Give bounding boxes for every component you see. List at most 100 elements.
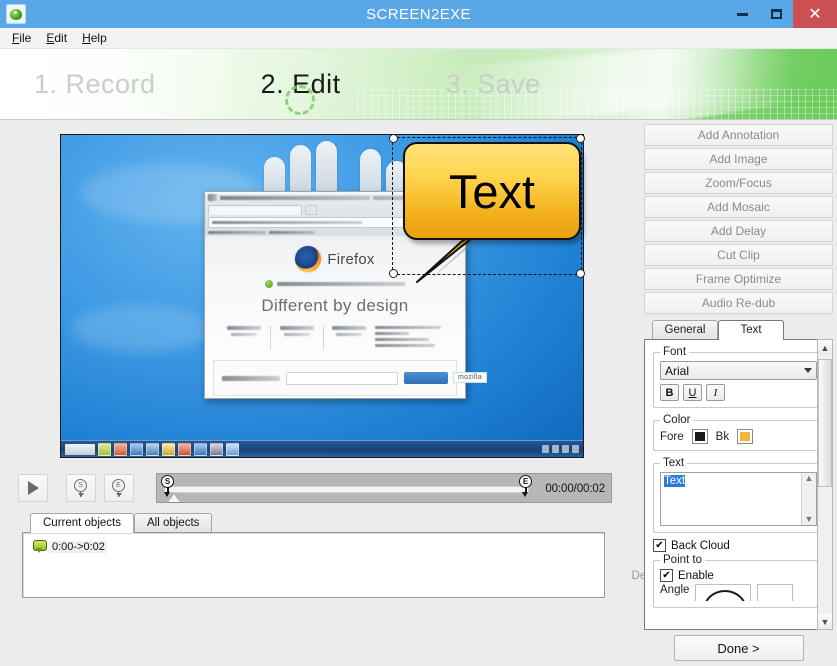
start-button-icon xyxy=(65,443,95,455)
properties-tab-strip: General Text xyxy=(644,320,833,340)
tab-text[interactable]: Text xyxy=(718,320,784,340)
annotation-text-content[interactable]: Text xyxy=(661,473,801,525)
list-item-label: 0:00->0:02 xyxy=(50,540,107,553)
signup-input xyxy=(286,371,398,385)
timeline-end-marker[interactable]: E xyxy=(519,475,533,497)
point-to-enable-checkbox[interactable]: ✔ xyxy=(660,569,673,582)
font-group: Font Arial B U I xyxy=(653,346,824,408)
wallpaper-cloud-lower xyxy=(71,305,211,353)
tab-general[interactable]: General xyxy=(652,320,718,339)
font-group-legend: Font xyxy=(663,346,687,358)
fore-color-swatch[interactable] xyxy=(691,429,708,444)
objects-list[interactable]: 0:00->0:02 xyxy=(22,532,605,598)
angle-dial[interactable] xyxy=(695,584,752,601)
done-row: Done > xyxy=(644,635,833,661)
add-annotation-button[interactable]: Add Annotation xyxy=(644,124,833,146)
timeline-track[interactable] xyxy=(164,486,529,493)
bk-color-swatch[interactable] xyxy=(737,429,754,444)
cut-clip-button[interactable]: Cut Clip xyxy=(644,244,833,266)
set-start-marker-button[interactable]: S xyxy=(66,474,96,502)
scrollbar-track[interactable] xyxy=(818,355,832,614)
text-group: Text Text ▲ ▼ xyxy=(653,457,824,533)
minimize-button[interactable] xyxy=(725,0,759,28)
firefox-logo-icon xyxy=(295,246,322,272)
browser-tab xyxy=(208,205,302,215)
properties-body: Font Arial B U I Color Fore Bk Text Text… xyxy=(644,339,833,630)
frame-optimize-button[interactable]: Frame Optimize xyxy=(644,268,833,290)
audio-redub-button[interactable]: Audio Re-dub xyxy=(644,292,833,314)
scrollbar-thumb[interactable] xyxy=(818,359,832,487)
timeline-slider[interactable]: S E 00:00/00:02 xyxy=(156,473,612,503)
timecode-display: 00:00/00:02 xyxy=(545,483,605,495)
window-title: SCREEN2EXE xyxy=(366,5,471,23)
transport-bar: S E S E 00:00/00:02 xyxy=(4,472,640,504)
tab-current-objects[interactable]: Current objects xyxy=(30,513,134,533)
end-pin-icon: E xyxy=(112,479,126,497)
title-bar: SCREEN2EXE ✕ xyxy=(0,0,837,28)
windows-taskbar xyxy=(61,440,583,457)
page-headline: Different by design xyxy=(261,296,409,315)
check-icon xyxy=(265,280,273,288)
text-group-legend: Text xyxy=(663,457,685,469)
chevron-down-icon xyxy=(804,368,812,373)
step-edit-label: 2. Edit xyxy=(260,68,341,99)
tab-all-objects[interactable]: All objects xyxy=(133,513,213,532)
bk-color-label: Bk xyxy=(715,430,730,443)
start-pin-icon: S xyxy=(74,479,88,497)
signup-box xyxy=(213,360,457,396)
properties-scrollbar[interactable]: ▲ ▼ xyxy=(817,339,833,630)
back-cloud-label: Back Cloud xyxy=(671,539,730,552)
mozilla-chip: mozilla xyxy=(453,372,487,383)
done-button[interactable]: Done > xyxy=(673,635,804,661)
editor-column: Firefox Different by design mozilla Text… xyxy=(4,124,652,661)
step-edit[interactable]: 2. Edit xyxy=(260,68,341,115)
speech-bubble-text: Text xyxy=(448,164,536,218)
steps-banner: 1. Record 2. Edit 3. Save xyxy=(0,49,837,120)
italic-button[interactable]: I xyxy=(706,384,725,401)
tools-column: Add Annotation Add Image Zoom/Focus Add … xyxy=(644,124,833,661)
fore-color-label: Fore xyxy=(660,430,684,443)
annotation-text-value: Text xyxy=(664,475,686,487)
chevron-up-icon[interactable]: ▲ xyxy=(805,474,814,483)
timeline-playhead[interactable] xyxy=(168,494,180,502)
step-save[interactable]: 3. Save xyxy=(446,69,541,100)
back-cloud-checkbox[interactable]: ✔ xyxy=(653,539,666,552)
menu-edit[interactable]: Edit xyxy=(40,30,76,46)
app-icon xyxy=(6,4,26,24)
font-style-row: B U I xyxy=(660,384,817,401)
play-button[interactable] xyxy=(18,474,48,502)
scroll-up-icon[interactable]: ▲ xyxy=(818,340,832,355)
objects-panel: Current objects All objects 0:00->0:02 D… xyxy=(22,513,652,598)
new-tab-icon xyxy=(305,205,317,215)
menu-file[interactable]: File xyxy=(6,30,40,46)
speech-bubble-annotation[interactable]: Text xyxy=(403,142,581,284)
list-item[interactable]: 0:00->0:02 xyxy=(33,540,107,553)
step-record[interactable]: 1. Record xyxy=(34,69,156,100)
angle-row: Angle xyxy=(660,584,817,601)
close-button[interactable]: ✕ xyxy=(793,0,837,28)
font-family-select[interactable]: Arial xyxy=(660,361,817,380)
bold-button[interactable]: B xyxy=(660,384,679,401)
chevron-down-icon[interactable]: ▼ xyxy=(805,515,814,524)
menu-help[interactable]: Help xyxy=(76,30,116,46)
set-end-marker-button[interactable]: E xyxy=(104,474,134,502)
maximize-button[interactable] xyxy=(759,0,793,28)
color-group-legend: Color xyxy=(663,414,691,426)
annotation-bubble-icon xyxy=(33,540,47,553)
steps-list: 1. Record 2. Edit 3. Save xyxy=(0,49,837,119)
add-image-button[interactable]: Add Image xyxy=(644,148,833,170)
text-scrollbar[interactable]: ▲ ▼ xyxy=(801,473,816,525)
zoom-focus-button[interactable]: Zoom/Focus xyxy=(644,172,833,194)
color-row: Fore Bk xyxy=(660,429,817,444)
scroll-down-icon[interactable]: ▼ xyxy=(818,614,832,629)
point-to-group: Point to ✔ Enable Angle xyxy=(653,554,824,608)
angle-value-field[interactable] xyxy=(757,584,794,601)
preview-area: Firefox Different by design mozilla Text xyxy=(60,134,585,458)
annotation-text-input[interactable]: Text ▲ ▼ xyxy=(660,472,817,526)
point-to-enable-row[interactable]: ✔ Enable xyxy=(660,569,817,582)
add-delay-button[interactable]: Add Delay xyxy=(644,220,833,242)
workspace: Firefox Different by design mozilla Text… xyxy=(0,120,837,666)
underline-button[interactable]: U xyxy=(683,384,702,401)
add-mosaic-button[interactable]: Add Mosaic xyxy=(644,196,833,218)
back-cloud-row[interactable]: ✔ Back Cloud xyxy=(653,539,824,552)
